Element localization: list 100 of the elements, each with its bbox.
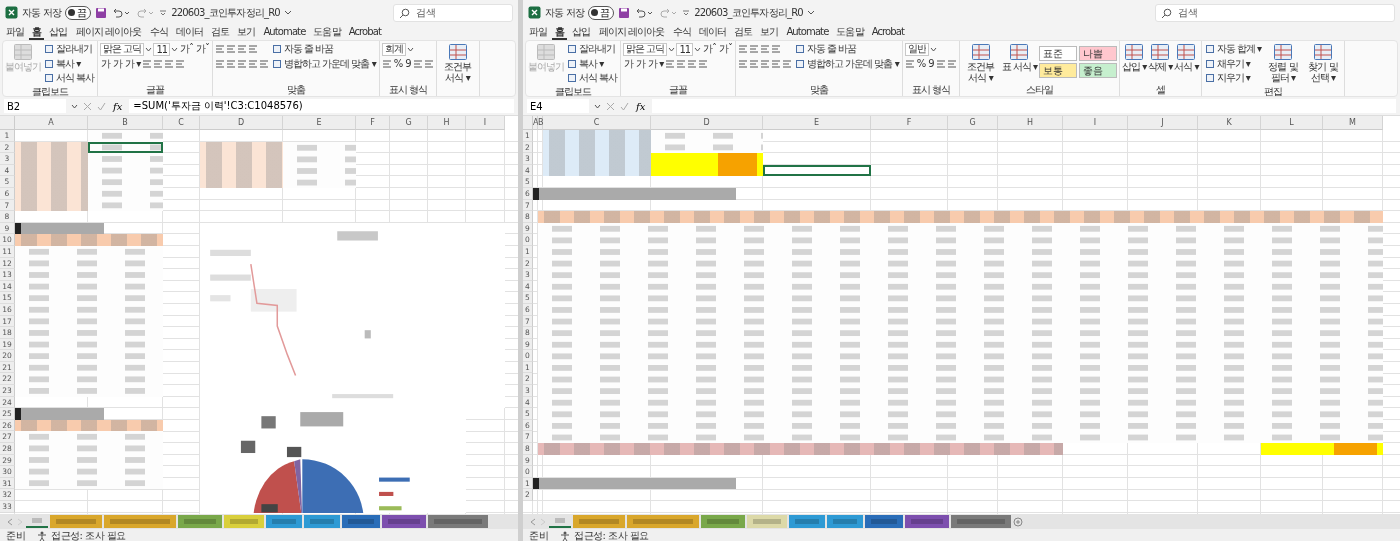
- ribbon-button[interactable]: 서식 ▾: [1174, 42, 1199, 73]
- ribbon-button[interactable]: 가ˇ: [718, 42, 734, 57]
- undo-icon[interactable]: [111, 6, 132, 19]
- ribbon-button[interactable]: 가: [100, 56, 112, 71]
- accessibility-icon[interactable]: [37, 530, 47, 541]
- cell-style-button[interactable]: 보통: [1038, 63, 1077, 78]
- check-icon[interactable]: [97, 101, 106, 111]
- ribbon-button[interactable]: 자동 줄 바꿈: [271, 42, 335, 57]
- menu-tab[interactable]: 파일: [526, 25, 551, 40]
- scroll-left-icon[interactable]: [529, 517, 537, 526]
- cell-cursor[interactable]: [763, 164, 871, 177]
- column-header[interactable]: D: [200, 116, 283, 130]
- ribbon-button[interactable]: 9: [404, 56, 412, 71]
- ribbon-button[interactable]: 가: [635, 56, 647, 71]
- accessibility-icon[interactable]: [560, 530, 570, 541]
- ribbon-button[interactable]: 잘라내기: [43, 42, 93, 57]
- cell-style-button[interactable]: 나쁨: [1078, 46, 1117, 61]
- floppy-icon[interactable]: [95, 6, 108, 19]
- caret-icon[interactable]: [406, 46, 414, 52]
- cell-cursor[interactable]: [88, 141, 163, 154]
- column-header[interactable]: H: [998, 116, 1063, 130]
- cell-style-button[interactable]: 표준: [1038, 46, 1077, 61]
- ribbon-button[interactable]: 병합하고 가운데 맞춤 ▾: [271, 56, 377, 71]
- menu-tab[interactable]: 데이터: [695, 25, 729, 40]
- search-field[interactable]: 검색: [393, 3, 513, 22]
- caret-icon[interactable]: [806, 9, 815, 16]
- ribbon-button[interactable]: 가: [623, 56, 635, 71]
- column-header[interactable]: L: [1261, 116, 1323, 130]
- ribbon-button[interactable]: 병합하고 가운데 맞춤 ▾: [794, 56, 900, 71]
- ribbon-button[interactable]: 가: [112, 56, 124, 71]
- name-box[interactable]: E4: [527, 99, 589, 113]
- column-header[interactable]: F: [871, 116, 948, 130]
- ribbon-button[interactable]: 자동 줄 바꿈: [794, 42, 858, 57]
- ribbon-button[interactable]: 서식 복사: [43, 71, 96, 86]
- column-header[interactable]: G: [948, 116, 998, 130]
- ribbon-button[interactable]: 복사 ▾: [566, 56, 605, 71]
- autosave-toggle[interactable]: 끔: [65, 5, 92, 20]
- menu-tab[interactable]: Automate: [783, 25, 832, 40]
- ribbon-button[interactable]: 찾기 및 선택 ▾: [1303, 42, 1342, 84]
- floppy-icon[interactable]: [618, 6, 631, 19]
- sheet-tab[interactable]: [26, 515, 48, 528]
- menu-tab[interactable]: 수식: [669, 25, 694, 40]
- column-header[interactable]: F: [356, 116, 390, 130]
- ribbon-button[interactable]: 표 서식 ▾: [1001, 42, 1037, 73]
- column-header[interactable]: M: [1323, 116, 1383, 130]
- caret-icon[interactable]: [71, 103, 78, 109]
- column-header[interactable]: A: [15, 116, 88, 130]
- menu-tab[interactable]: 수식: [146, 25, 171, 40]
- add-icon[interactable]: [1013, 516, 1023, 527]
- ribbon-button[interactable]: 복사 ▾: [43, 56, 82, 71]
- menu-tab[interactable]: Automate: [260, 25, 309, 40]
- ribbon-button[interactable]: 지우기 ▾: [1203, 71, 1251, 86]
- caret-icon[interactable]: [594, 103, 601, 109]
- caret-icon[interactable]: [694, 46, 702, 52]
- menu-tab[interactable]: 페이지 레이아웃: [72, 25, 145, 40]
- menu-tab[interactable]: Acrobat: [868, 25, 907, 40]
- ribbon-button[interactable]: 삭제 ▾: [1148, 42, 1173, 73]
- ribbon-button[interactable]: 채우기 ▾: [1203, 56, 1251, 71]
- dropdown-field[interactable]: 맑은 고딕: [623, 42, 668, 56]
- column-header[interactable]: C: [543, 116, 651, 130]
- menu-tab[interactable]: 페이지 레이아웃: [595, 25, 668, 40]
- cell-style-button[interactable]: 좋음: [1078, 63, 1117, 78]
- file-name[interactable]: 220603_코인투자정리_R0: [171, 5, 280, 20]
- caret-icon[interactable]: [682, 8, 691, 17]
- check-icon[interactable]: [620, 101, 629, 111]
- caret-icon[interactable]: [159, 8, 168, 17]
- menu-tab[interactable]: 검토: [731, 25, 756, 40]
- file-name[interactable]: 220603_코인투자정리_R0: [694, 5, 803, 20]
- undo-icon[interactable]: [634, 6, 655, 19]
- dropdown-field[interactable]: 일반: [904, 42, 929, 56]
- formula-field[interactable]: =SUM('투자금 이력'!C3:C1048576): [129, 99, 514, 113]
- ribbon-button[interactable]: 자동 합계 ▾: [1203, 42, 1262, 57]
- menu-tab[interactable]: 검토: [208, 25, 233, 40]
- caret-icon[interactable]: [171, 46, 179, 52]
- ribbon-button[interactable]: 삽입 ▾: [1121, 42, 1147, 73]
- ribbon-button[interactable]: 가ˆ: [702, 42, 718, 57]
- column-header[interactable]: B: [88, 116, 163, 130]
- dropdown-field[interactable]: 회계: [381, 42, 406, 56]
- select-all-button[interactable]: [0, 116, 15, 130]
- menu-tab[interactable]: 도움말: [310, 25, 344, 40]
- menu-tab[interactable]: 삽입: [569, 25, 594, 40]
- caret-icon[interactable]: [929, 46, 937, 52]
- menu-tab[interactable]: 보기: [757, 25, 782, 40]
- menu-tab[interactable]: 도움말: [833, 25, 867, 40]
- ribbon-button[interactable]: %: [915, 56, 927, 71]
- ribbon-button[interactable]: 가 ▾: [124, 56, 142, 71]
- menu-tab[interactable]: 파일: [3, 25, 28, 40]
- column-header[interactable]: C: [163, 116, 200, 130]
- sheet-tab[interactable]: [549, 515, 571, 528]
- menu-tab[interactable]: Acrobat: [345, 25, 384, 40]
- ribbon-button[interactable]: 잘라내기: [566, 42, 616, 57]
- ribbon-button[interactable]: 가 ▾: [647, 56, 665, 71]
- cancel-icon[interactable]: [606, 101, 615, 111]
- ribbon-button[interactable]: %: [392, 56, 404, 71]
- dropdown-field[interactable]: 11: [676, 42, 694, 56]
- column-header[interactable]: I: [466, 116, 505, 130]
- ribbon-button[interactable]: 조건부 서식 ▾: [961, 42, 1000, 84]
- ribbon-button[interactable]: 9: [927, 56, 935, 71]
- ribbon-button[interactable]: 가ˇ: [195, 42, 211, 57]
- ribbon-button[interactable]: 가ˆ: [179, 42, 195, 57]
